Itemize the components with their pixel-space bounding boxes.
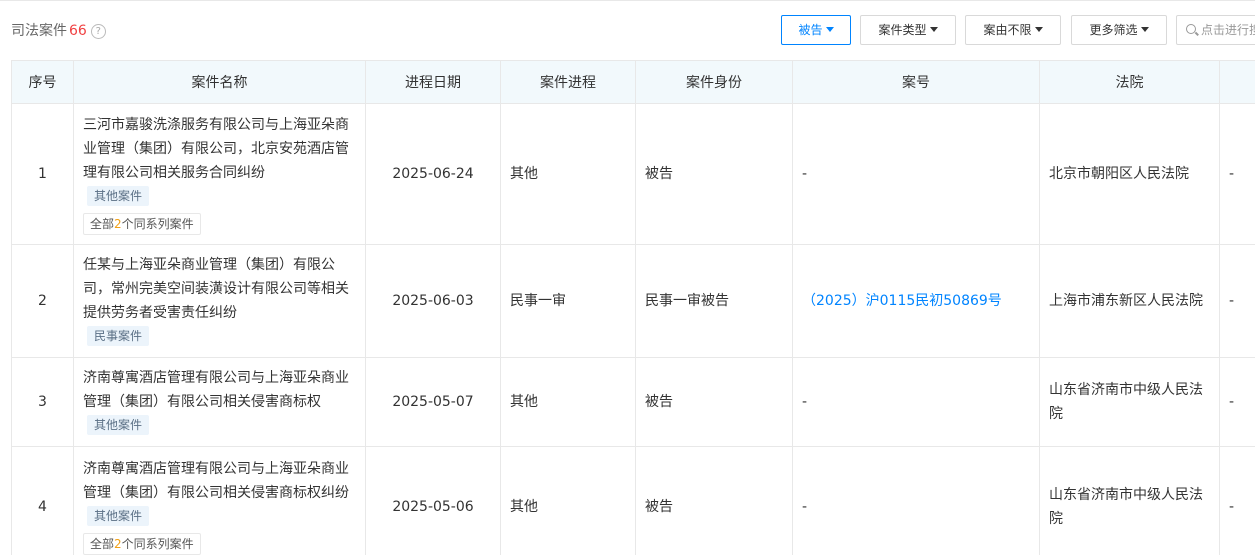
case-name-link[interactable]: 三河市嘉骏洗涤服务有限公司与上海亚朵商业管理（集团）有限公司，北京安苑酒店管理有…: [83, 117, 349, 181]
table-row: 2 任某与上海亚朵商业管理（集团）有限公司，常州完美空间装潢设计有限公司等相关提…: [11, 244, 1255, 358]
case-type-tag: 民事案件: [87, 326, 150, 346]
column-header-role: 案件身份: [635, 60, 793, 104]
column-header-court: 法院: [1039, 60, 1220, 104]
filter-cause-button[interactable]: 案由不限: [965, 15, 1061, 45]
case-number-link[interactable]: （2025）沪0115民初50869号: [802, 293, 1002, 309]
process-date: 2025-05-07: [365, 357, 501, 447]
caret-down-icon: [825, 27, 834, 32]
case-name-cell: 任某与上海亚朵商业管理（集团）有限公司，常州完美空间装潢设计有限公司等相关提供劳…: [73, 244, 366, 358]
case-number: -: [792, 357, 1040, 447]
case-type-tag: 其他案件: [87, 415, 150, 435]
table-header-row: 序号 案件名称 进程日期 案件进程 案件身份 案号 法院: [11, 60, 1255, 104]
court-name: 山东省济南市中级人民法院: [1039, 357, 1220, 447]
row-index: 1: [11, 103, 74, 245]
case-name-link[interactable]: 济南尊寓酒店管理有限公司与上海亚朵商业管理（集团）有限公司相关侵害商标权: [83, 370, 349, 410]
extra-cell: -: [1219, 446, 1255, 555]
column-header-extra: [1219, 60, 1255, 104]
table-row: 4 济南尊寓酒店管理有限公司与上海亚朵商业管理（集团）有限公司相关侵害商标权纠纷…: [11, 446, 1255, 555]
process-date: 2025-05-06: [365, 446, 501, 555]
filter-more-label: 更多筛选: [1089, 23, 1138, 37]
series-prefix: 全部: [90, 216, 115, 231]
series-count: 2: [114, 216, 122, 231]
cases-table: 序号 案件名称 进程日期 案件进程 案件身份 案号 法院 1 三河市嘉骏洗涤服务…: [11, 60, 1255, 555]
case-type-tag: 其他案件: [87, 506, 150, 526]
series-suffix: 个同系列案件: [121, 216, 194, 231]
search-placeholder: 点击进行搜索: [1201, 23, 1255, 37]
series-cases-button[interactable]: 全部2个同系列案件: [83, 533, 201, 555]
caret-down-icon: [1034, 27, 1043, 32]
caret-down-icon: [929, 27, 938, 32]
case-role: 被告: [635, 103, 793, 245]
column-header-index: 序号: [11, 60, 74, 104]
extra-cell: -: [1219, 244, 1255, 358]
column-header-case-no: 案号: [792, 60, 1040, 104]
case-name-link[interactable]: 济南尊寓酒店管理有限公司与上海亚朵商业管理（集团）有限公司相关侵害商标权纠纷: [83, 461, 349, 501]
series-suffix: 个同系列案件: [121, 537, 194, 551]
series-prefix: 全部: [90, 537, 115, 551]
column-header-date: 进程日期: [365, 60, 501, 104]
caret-down-icon: [1140, 27, 1149, 32]
row-index: 2: [11, 244, 74, 358]
case-number: -: [792, 446, 1040, 555]
extra-cell: -: [1219, 357, 1255, 447]
filter-cause-label: 案由不限: [983, 23, 1032, 37]
case-number: （2025）沪0115民初50869号: [792, 244, 1040, 358]
section-title-label: 司法案件: [11, 23, 67, 39]
case-progress: 民事一审: [500, 244, 636, 358]
case-name-cell: 三河市嘉骏洗涤服务有限公司与上海亚朵商业管理（集团）有限公司，北京安苑酒店管理有…: [73, 103, 366, 245]
case-number: -: [792, 103, 1040, 245]
case-progress: 其他: [500, 357, 636, 447]
case-name-link[interactable]: 任某与上海亚朵商业管理（集团）有限公司，常州完美空间装潢设计有限公司等相关提供劳…: [83, 257, 349, 321]
process-date: 2025-06-24: [365, 103, 501, 245]
case-progress: 其他: [500, 446, 636, 555]
series-count: 2: [114, 537, 122, 551]
column-header-progress: 案件进程: [500, 60, 636, 104]
series-cases-button[interactable]: 全部2个同系列案件: [83, 212, 201, 235]
section-header: 司法案件66? 被告 案件类型 案由不限 更多筛选 点击进行搜索: [0, 0, 1255, 60]
column-header-name: 案件名称: [73, 60, 366, 104]
search-input[interactable]: 点击进行搜索: [1176, 15, 1255, 45]
question-circle-icon[interactable]: ?: [90, 24, 106, 39]
case-type-tag: 其他案件: [87, 185, 150, 206]
table-row: 1 三河市嘉骏洗涤服务有限公司与上海亚朵商业管理（集团）有限公司，北京安苑酒店管…: [11, 103, 1255, 245]
row-index: 4: [11, 446, 74, 555]
filter-more-button[interactable]: 更多筛选: [1071, 15, 1167, 45]
process-date: 2025-06-03: [365, 244, 501, 358]
filter-defendant-label: 被告: [798, 23, 823, 37]
filter-case-type-label: 案件类型: [878, 23, 927, 37]
case-count: 66: [69, 23, 87, 39]
extra-cell: -: [1219, 103, 1255, 245]
row-index: 3: [11, 357, 74, 447]
case-role: 被告: [635, 446, 793, 555]
case-name-cell: 济南尊寓酒店管理有限公司与上海亚朵商业管理（集团）有限公司相关侵害商标权其他案件: [73, 357, 366, 447]
case-name-cell: 济南尊寓酒店管理有限公司与上海亚朵商业管理（集团）有限公司相关侵害商标权纠纷其他…: [73, 446, 366, 555]
court-name: 上海市浦东新区人民法院: [1039, 244, 1220, 358]
court-name: 北京市朝阳区人民法院: [1039, 103, 1220, 245]
case-role: 被告: [635, 357, 793, 447]
court-name: 山东省济南市中级人民法院: [1039, 446, 1220, 555]
case-progress: 其他: [500, 103, 636, 245]
case-role: 民事一审被告: [635, 244, 793, 358]
filter-defendant-button[interactable]: 被告: [781, 15, 851, 45]
search-icon: [1186, 24, 1196, 34]
section-title: 司法案件 66?: [11, 20, 106, 40]
filter-case-type-button[interactable]: 案件类型: [860, 15, 956, 45]
table-row: 3 济南尊寓酒店管理有限公司与上海亚朵商业管理（集团）有限公司相关侵害商标权其他…: [11, 357, 1255, 447]
